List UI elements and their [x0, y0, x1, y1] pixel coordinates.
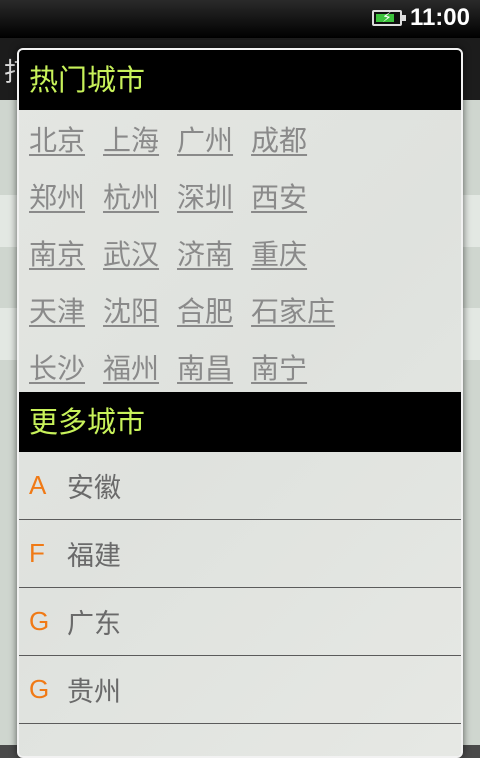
province-item[interactable]: A 安徽 [19, 452, 461, 520]
province-name: 广东 [67, 609, 121, 640]
province-item[interactable]: G 广东 [19, 588, 461, 656]
hot-city-link[interactable]: 天津 [29, 291, 85, 333]
province-index-letter: A [29, 470, 47, 500]
city-picker-dialog: 热门城市 北京 上海 广州 成都 郑州 杭州 深圳 西安 南京 武汉 济南 重庆 天津 沈阳 合肥 石家庄 长沙… [17, 48, 463, 758]
province-index-letter: G [29, 606, 50, 636]
hot-city-link[interactable]: 上海 [103, 120, 159, 162]
hot-city-link[interactable]: 武汉 [103, 234, 159, 276]
hot-city-link[interactable]: 北京 [29, 120, 85, 162]
province-list: A 安徽 F 福建 G 广东 G 贵州 [19, 452, 461, 724]
province-index-letter: G [29, 674, 50, 704]
province-item[interactable]: F 福建 [19, 520, 461, 588]
hot-city-link[interactable]: 福州 [103, 348, 159, 390]
hot-city-row: 郑州 杭州 深圳 西安 [29, 177, 461, 234]
hot-city-link[interactable]: 石家庄 [251, 291, 335, 333]
hot-cities-header: 热门城市 [19, 50, 461, 110]
hot-city-link[interactable]: 广州 [177, 120, 233, 162]
status-bar: ⚡ 11:00 [0, 0, 480, 38]
status-time: 11:00 [409, 4, 470, 31]
hot-city-link[interactable]: 济南 [177, 234, 233, 276]
hot-city-link[interactable]: 南宁 [251, 348, 307, 390]
hot-city-link[interactable]: 合肥 [177, 291, 233, 333]
hot-city-row: 北京 上海 广州 成都 [29, 120, 461, 177]
battery-charging-icon: ⚡ [372, 10, 406, 26]
province-name: 贵州 [67, 677, 121, 708]
hot-city-link[interactable]: 郑州 [29, 177, 85, 219]
hot-city-link[interactable]: 长沙 [29, 348, 85, 390]
hot-city-link[interactable]: 沈阳 [103, 291, 159, 333]
hot-city-row: 南京 武汉 济南 重庆 [29, 234, 461, 291]
hot-city-link[interactable]: 重庆 [251, 234, 307, 276]
province-item[interactable]: G 贵州 [19, 656, 461, 724]
hot-city-link[interactable]: 西安 [251, 177, 307, 219]
more-cities-header: 更多城市 [19, 392, 461, 452]
hot-city-link[interactable]: 杭州 [103, 177, 159, 219]
hot-cities-grid: 北京 上海 广州 成都 郑州 杭州 深圳 西安 南京 武汉 济南 重庆 天津 沈阳 合肥 石家庄 长沙 福州 南昌南… [19, 110, 461, 405]
hot-city-row: 天津 沈阳 合肥 石家庄 [29, 291, 461, 348]
province-name: 安徽 [67, 473, 121, 504]
province-index-letter: F [29, 538, 45, 568]
province-name: 福建 [67, 541, 121, 572]
hot-city-link[interactable]: 深圳 [177, 177, 233, 219]
hot-city-link[interactable]: 南京 [29, 234, 85, 276]
hot-city-link[interactable]: 南昌 [177, 348, 233, 390]
hot-city-link[interactable]: 成都 [251, 120, 307, 162]
